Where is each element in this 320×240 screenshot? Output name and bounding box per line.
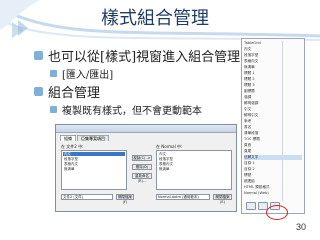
close-right-file-button[interactable]: 關閉檔案(E) xyxy=(213,194,232,204)
right-style-list[interactable]: 內文 段落字型 表格內文 無清單 xyxy=(156,150,232,190)
style-row[interactable]: 內文 xyxy=(244,47,302,52)
style-row[interactable]: 書名 xyxy=(244,125,302,130)
list-item[interactable]: 無清單 xyxy=(64,167,75,171)
delete-button[interactable]: 刪除(D) xyxy=(132,164,152,170)
list-item-selected[interactable]: 內文 xyxy=(63,152,125,156)
new-style-button[interactable] xyxy=(246,202,256,210)
list-item[interactable]: 段落字型 xyxy=(159,157,173,161)
left-style-list[interactable]: 內文 段落字型 表格內文 無清單 xyxy=(61,150,127,190)
style-row[interactable]: 引文 xyxy=(244,107,302,112)
copy-button[interactable]: 複製(C) -> xyxy=(132,155,152,161)
style-row[interactable]: 鮮明強調 xyxy=(244,101,302,106)
bullet-3: 組合管理 xyxy=(34,82,100,101)
style-row[interactable]: 標題 1 xyxy=(244,71,302,76)
page-number: 30 xyxy=(296,222,307,232)
style-row[interactable]: 參考 xyxy=(244,119,302,124)
bullet-text: 複製既有樣式，但不會更動範本 xyxy=(62,106,202,117)
style-row[interactable]: TOC 標題 xyxy=(244,137,302,142)
right-file-combo[interactable]: Normal.dotm (通用範本) xyxy=(156,194,210,200)
style-row[interactable]: HTML 預設格式 xyxy=(244,185,302,190)
bullet-marker-icon xyxy=(34,51,43,60)
bullet-4: 複製既有樣式，但不會更動範本 xyxy=(50,102,202,117)
slide-logo-icon xyxy=(12,20,28,38)
style-row[interactable]: 標號 xyxy=(244,173,302,178)
bullet-2: [匯入/匯出] xyxy=(50,66,113,81)
tab-macro-project[interactable]: 巨集專案項目 xyxy=(77,135,109,141)
bullet-text: 組合管理 xyxy=(48,86,101,101)
style-row-selected[interactable]: 註解文字 xyxy=(244,155,302,160)
bullet-text: [匯入/匯出] xyxy=(62,70,114,81)
style-row[interactable]: 頁尾 xyxy=(244,149,302,154)
list-item[interactable]: 段落字型 xyxy=(64,157,78,161)
dialog-tabs: 組織 巨集專案項目 xyxy=(60,135,110,141)
style-row[interactable]: 標題 2 xyxy=(244,77,302,82)
style-row[interactable]: 強調 xyxy=(244,95,302,100)
left-file-combo[interactable]: 文件2 (文件) xyxy=(61,194,113,200)
organizer-dialog: 組織 巨集專案項目 在 文件2 中: 在 Normal 中: 內文 段落字型 表… xyxy=(55,124,237,212)
bullet-marker-icon xyxy=(34,87,43,96)
list-item[interactable]: 內文 xyxy=(159,152,166,156)
style-row[interactable]: Normal (Web) xyxy=(244,191,302,196)
dialog-titlebar xyxy=(56,125,236,133)
rename-button[interactable]: 重新命名(R)... xyxy=(132,173,152,183)
sub-bullet-marker-icon xyxy=(50,106,57,113)
style-row[interactable]: 清單段落 xyxy=(244,131,302,136)
sub-bullet-marker-icon xyxy=(50,70,57,77)
style-row[interactable]: 標題 3 xyxy=(244,83,302,88)
list-item[interactable]: 無清單 xyxy=(159,167,170,171)
styles-pane[interactable]: TableGrid 內文 段落字型 表格內文 無清單 標題 1 標題 2 標題 … xyxy=(241,38,305,214)
style-row[interactable]: 表格內文 xyxy=(244,59,302,64)
style-row[interactable]: 副標題 xyxy=(244,89,302,94)
style-row[interactable]: 超連結 xyxy=(244,179,302,184)
style-row[interactable]: 頁首 xyxy=(244,143,302,148)
bullet-1: 也可以從[樣式]視窗進入組合管理 xyxy=(34,46,240,65)
style-row[interactable]: 目錄 1 xyxy=(244,161,302,166)
style-row[interactable]: 無清單 xyxy=(244,65,302,70)
close-left-file-button[interactable]: 關閉檔案(F) xyxy=(116,194,134,204)
slide-title: 樣式組合管理 xyxy=(101,8,209,29)
style-row[interactable]: TableGrid xyxy=(244,41,302,46)
style-row[interactable]: 段落字型 xyxy=(244,53,302,58)
bullet-text: 也可以從[樣式]視窗進入組合管理 xyxy=(48,50,241,65)
highlight-circle xyxy=(266,205,288,220)
style-row[interactable]: 目錄 2 xyxy=(244,167,302,172)
list-item[interactable]: 表格內文 xyxy=(159,162,173,166)
style-row[interactable]: 鮮明引文 xyxy=(244,113,302,118)
list-item[interactable]: 表格內文 xyxy=(64,162,78,166)
tab-organizer[interactable]: 組織 xyxy=(60,135,76,141)
